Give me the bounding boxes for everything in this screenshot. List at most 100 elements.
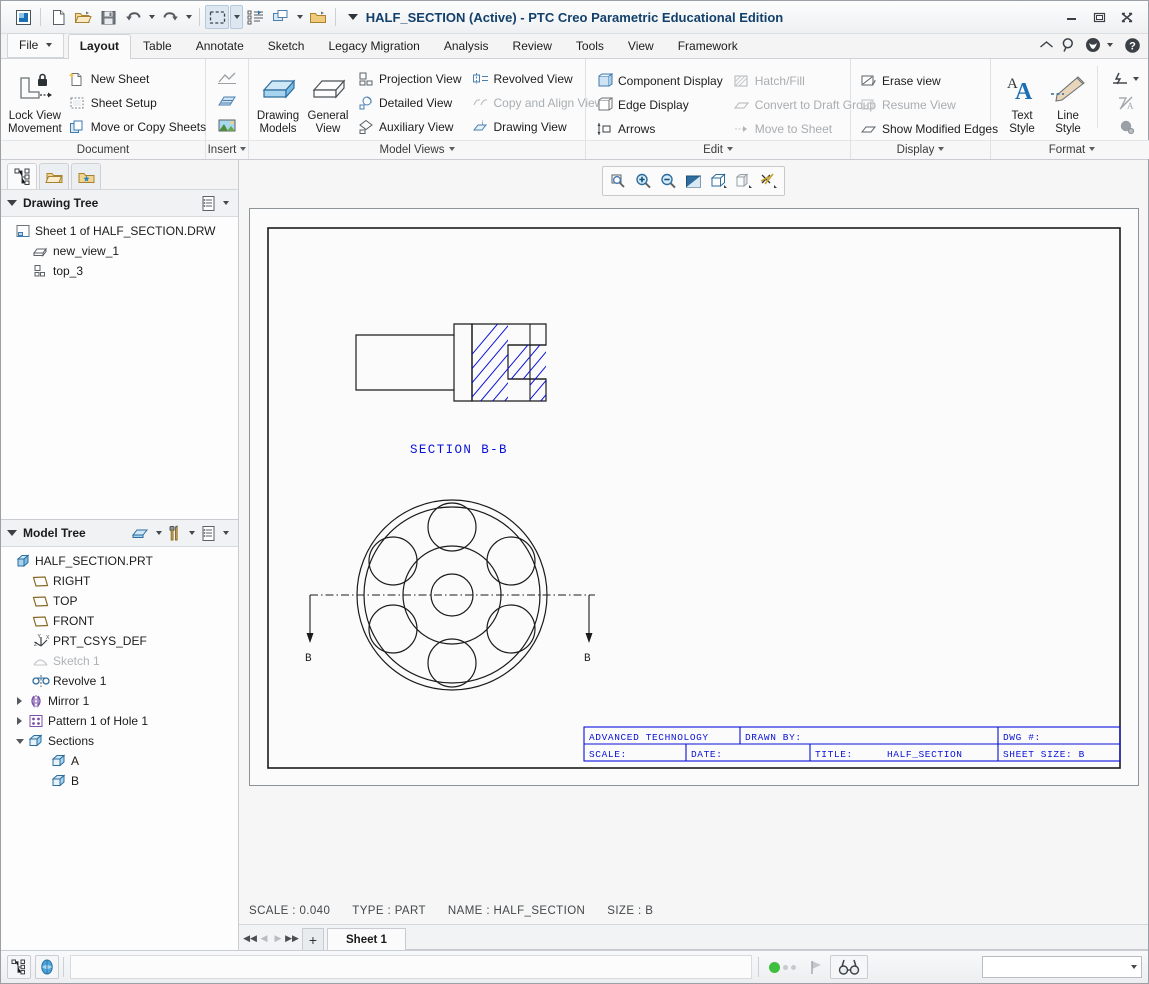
model-tree-item-sketch-1[interactable]: Sketch 1 (1, 651, 238, 671)
projection-view-button[interactable]: Projection View (353, 68, 468, 90)
favorites-tab[interactable] (71, 163, 101, 189)
drawing-tree-item-new-view-1[interactable]: new_view_1 (1, 241, 238, 261)
maximize-button[interactable] (1086, 7, 1112, 27)
insert-image-icon[interactable] (215, 115, 239, 136)
tab-review[interactable]: Review (501, 34, 564, 58)
erase-view-button[interactable]: Erase view (856, 70, 1004, 92)
sheet-tab-1[interactable]: Sheet 1 (327, 928, 406, 950)
collapse-ribbon-icon[interactable] (1037, 36, 1055, 54)
display-style-icon[interactable] (706, 169, 731, 193)
drawing-tree-item-top-3[interactable]: top_3 (1, 261, 238, 281)
tab-file[interactable]: File (7, 33, 64, 58)
redo-icon[interactable] (158, 5, 182, 29)
new-sheet-button[interactable]: New Sheet (65, 68, 212, 90)
component-display-button[interactable]: Component Display (592, 70, 729, 92)
customize-qat-icon[interactable] (341, 5, 365, 29)
select-dropdown-icon[interactable] (230, 5, 243, 29)
line-thickness-dropdown-icon[interactable] (1133, 76, 1144, 81)
model-tree-item-section-a[interactable]: A (1, 751, 238, 771)
close-window-icon[interactable] (306, 5, 330, 29)
drawing-tree-dropdown-icon[interactable] (220, 201, 232, 205)
tab-layout[interactable]: Layout (67, 34, 132, 59)
refit-icon[interactable] (606, 169, 631, 193)
line-thickness-icon[interactable] (1109, 68, 1133, 89)
zoom-out-icon[interactable] (656, 169, 681, 193)
window-dropdown-icon[interactable] (294, 5, 305, 29)
drawing-canvas-wrap[interactable]: SECTION B-B B B ADVANCED TECHNOLOGY DRAW… (239, 202, 1148, 898)
search-icon[interactable] (1059, 35, 1079, 55)
sheet-last-button[interactable]: ▶▶ (285, 926, 299, 950)
resume-view-button[interactable]: Resume View (856, 94, 1004, 116)
saved-orientations-icon[interactable] (731, 169, 756, 193)
model-tree-collapse-icon[interactable] (7, 530, 17, 536)
tab-framework[interactable]: Framework (666, 34, 750, 58)
tab-legacy-migration[interactable]: Legacy Migration (316, 34, 431, 58)
repaint-icon[interactable] (681, 169, 706, 193)
open-icon[interactable] (71, 5, 95, 29)
tab-analysis[interactable]: Analysis (432, 34, 501, 58)
drawing-sheet[interactable]: SECTION B-B B B ADVANCED TECHNOLOGY DRAW… (248, 208, 1139, 786)
expand-arrow-icon[interactable] (13, 717, 26, 725)
zoom-in-icon[interactable] (631, 169, 656, 193)
model-tree-dropdown-icon[interactable] (220, 531, 232, 535)
sheet-next-button[interactable]: ▶ (271, 926, 285, 950)
tab-tools[interactable]: Tools (564, 34, 616, 58)
arrows-button[interactable]: Arrows (592, 118, 729, 140)
model-tree-tab[interactable] (7, 163, 37, 189)
sheet-prev-button[interactable]: ◀ (257, 926, 271, 950)
model-tree-item-front[interactable]: FRONT (1, 611, 238, 631)
sheet-first-button[interactable]: ◀◀ (243, 926, 257, 950)
model-tree-settings-icon[interactable] (200, 525, 217, 542)
status-indicator-icon[interactable] (763, 961, 802, 973)
selection-filter-dropdown[interactable] (982, 956, 1142, 978)
close-button[interactable] (1114, 7, 1140, 27)
expand-arrow-icon[interactable] (13, 697, 26, 705)
clear-format-icon[interactable]: A (1115, 92, 1139, 113)
model-tree-item-sections[interactable]: Sections (1, 731, 238, 751)
creo-globe-icon[interactable] (1083, 35, 1103, 55)
tab-table[interactable]: Table (131, 34, 184, 58)
tab-sketch[interactable]: Sketch (256, 34, 317, 58)
edge-display-button[interactable]: Edge Display (592, 94, 729, 116)
insert-table-icon[interactable] (215, 91, 239, 112)
show-modified-edges-button[interactable]: Show Modified Edges (856, 118, 1004, 140)
select-items-icon[interactable] (205, 5, 229, 29)
window-icon[interactable] (269, 5, 293, 29)
model-tree-item-csys[interactable]: YZX PRT_CSYS_DEF (1, 631, 238, 651)
creo-app-icon[interactable] (11, 5, 35, 29)
model-tree-toggle-icon[interactable] (7, 955, 31, 979)
creo-globe-dropdown-icon[interactable] (1107, 43, 1118, 47)
drawing-tree-settings-icon[interactable] (200, 195, 217, 212)
undo-dropdown-icon[interactable] (146, 5, 157, 29)
undo-icon[interactable] (121, 5, 145, 29)
new-icon[interactable] (46, 5, 70, 29)
text-style-button[interactable]: A A Text Style (999, 64, 1045, 140)
datum-display-icon[interactable] (756, 169, 781, 193)
move-or-copy-sheets-button[interactable]: Move or Copy Sheets (65, 116, 212, 138)
browser-toggle-icon[interactable] (35, 955, 59, 979)
drawing-models-button[interactable]: Drawing Models (253, 64, 303, 140)
model-tree-item-part[interactable]: HALF_SECTION.PRT (1, 551, 238, 571)
model-tree-item-mirror-1[interactable]: Mirror 1 (1, 691, 238, 711)
sheet-setup-button[interactable]: Sheet Setup (65, 92, 212, 114)
lock-view-movement-button[interactable]: Lock View Movement (5, 64, 65, 140)
help-icon[interactable]: ? (1122, 35, 1142, 55)
search-filter-icon[interactable] (830, 955, 868, 979)
model-tree-item-top[interactable]: TOP (1, 591, 238, 611)
general-view-button[interactable]: General View (303, 64, 353, 140)
redo-dropdown-icon[interactable] (183, 5, 194, 29)
text-orientation-icon[interactable] (1115, 116, 1139, 137)
folder-browser-tab[interactable] (39, 163, 69, 189)
model-tree-item-revolve-1[interactable]: Revolve 1 (1, 671, 238, 691)
drawing-tree-item-sheet[interactable]: Sheet 1 of HALF_SECTION.DRW (1, 221, 238, 241)
save-icon[interactable] (96, 5, 120, 29)
model-tree-item-pattern-1[interactable]: Pattern 1 of Hole 1 (1, 711, 238, 731)
model-tree-item-right[interactable]: RIGHT (1, 571, 238, 591)
minimize-button[interactable] (1058, 7, 1084, 27)
tab-annotate[interactable]: Annotate (184, 34, 256, 58)
flag-icon[interactable] (806, 960, 826, 975)
model-tree-show-dropdown-icon[interactable] (153, 531, 164, 535)
model-tree-show-icon[interactable] (131, 526, 150, 541)
line-style-button[interactable]: Line Style (1045, 64, 1091, 140)
add-sheet-button[interactable]: + (302, 928, 324, 950)
